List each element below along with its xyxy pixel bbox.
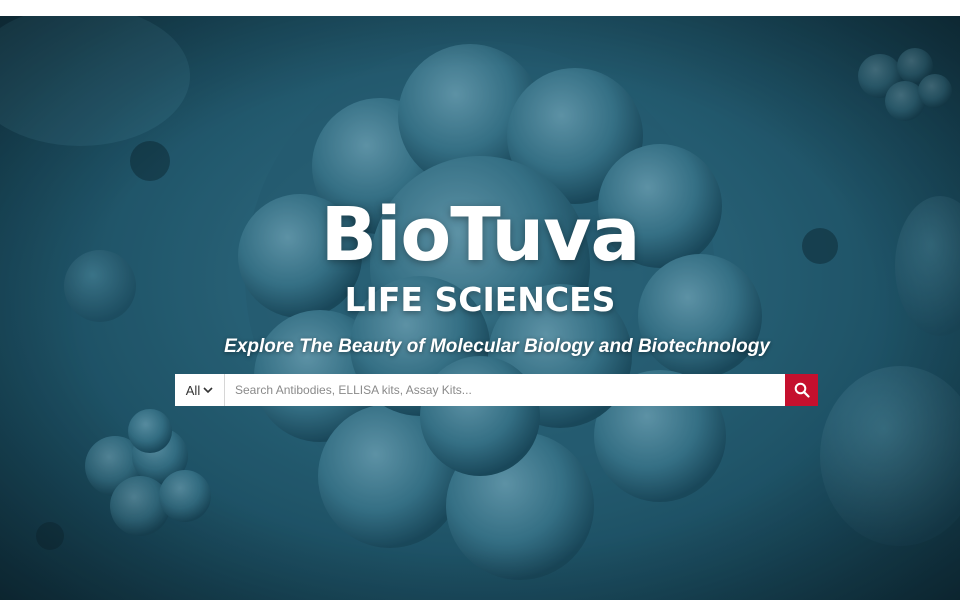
category-dropdown[interactable]: All bbox=[175, 374, 225, 406]
hero-tagline: Explore The Beauty of Molecular Biology … bbox=[224, 336, 770, 357]
chevron-down-icon bbox=[203, 386, 213, 394]
brand-logo-subtitle: LIFE SCIENCES bbox=[344, 280, 616, 319]
hero-banner: BioTuva LIFE SCIENCES Explore The Beauty… bbox=[0, 16, 960, 600]
top-bar bbox=[0, 0, 960, 16]
search-input[interactable] bbox=[225, 374, 785, 406]
category-dropdown-label: All bbox=[185, 382, 201, 398]
search-button[interactable] bbox=[785, 374, 818, 406]
brand-logo-title: BioTuva bbox=[320, 192, 641, 278]
search-bar: All bbox=[175, 374, 818, 406]
search-icon bbox=[794, 382, 810, 398]
